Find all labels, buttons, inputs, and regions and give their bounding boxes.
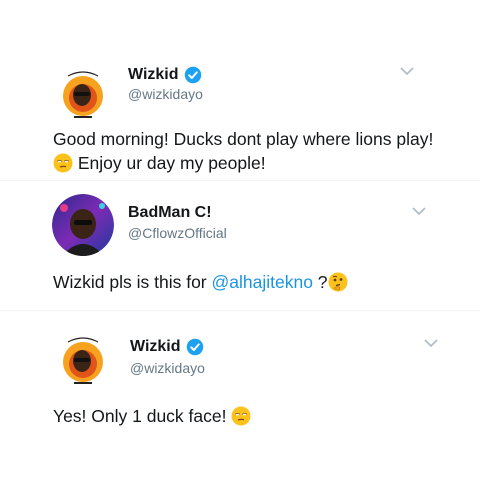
unamused-face-emoji [231,406,251,426]
tweet-3: Wizkid @wizkidayo Yes! Only 1 duck face! [0,310,480,480]
wizkid-avatar-icon [52,62,114,124]
avatar[interactable] [52,62,114,124]
author-handle[interactable]: @wizkidayo [128,86,203,102]
author-handle[interactable]: @wizkidayo [130,360,205,376]
tweet-text-line1: Good morning! Ducks dont play where lion… [53,129,434,149]
tweet-text-suffix: ? [312,272,328,292]
chevron-down-icon[interactable] [424,338,438,348]
badman-avatar-icon [52,194,114,256]
verified-badge-icon [186,338,203,356]
tweet-text-prefix: Wizkid pls is this for [53,272,212,292]
mention-link[interactable]: @alhajitekno [212,272,313,292]
chevron-down-icon[interactable] [412,206,426,216]
chevron-down-icon[interactable] [400,66,414,76]
author-name[interactable]: Wizkid [130,338,181,356]
tweet-text: Good morning! Ducks dont play where lion… [53,127,473,175]
avatar[interactable] [52,194,114,256]
tweet-text: Yes! Only 1 duck face! [53,404,473,428]
author-handle[interactable]: @CflowzOfficial [128,225,227,241]
tweet-text-body: Yes! Only 1 duck face! [53,406,227,426]
tweet-text-line2: Enjoy ur day my people! [77,153,266,173]
tweet-text: Wizkid pls is this for @alhajitekno ? [53,270,473,294]
tweet-2: BadMan C! @CflowzOfficial Wizkid pls is … [0,180,480,310]
thinking-face-emoji [328,272,348,292]
avatar[interactable] [52,328,114,390]
unamused-face-emoji [53,153,73,173]
tweet-1: Wizkid @wizkidayo Good morning! Ducks do… [0,0,480,180]
author-name[interactable]: Wizkid [128,66,179,84]
author-name[interactable]: BadMan C! [128,204,212,222]
verified-badge-icon [184,66,201,84]
wizkid-avatar-icon [52,328,114,390]
